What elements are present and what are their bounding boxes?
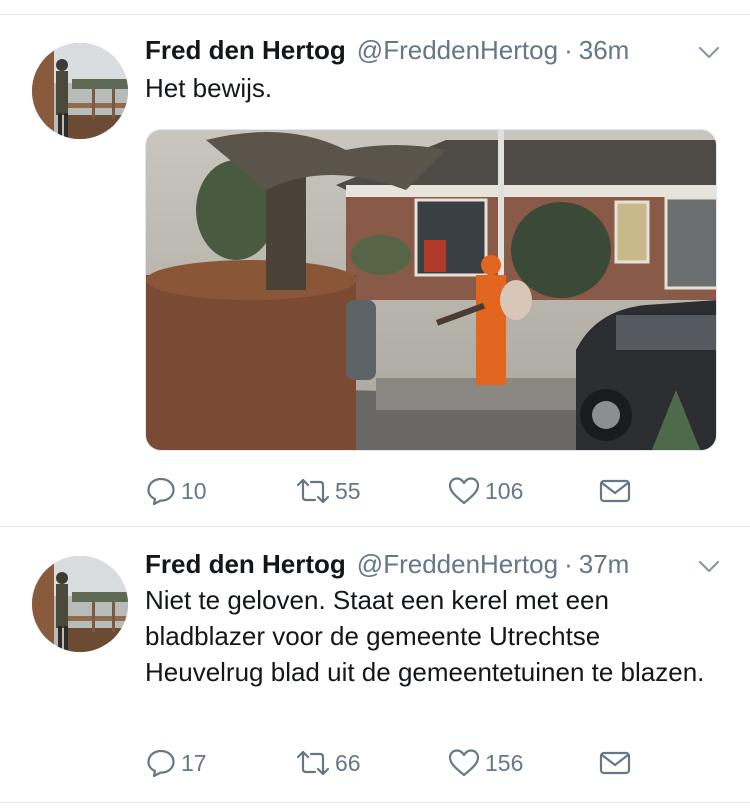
tweet-header: Fred den Hertog @FreddenHertog · 36m [145, 30, 629, 70]
like-button[interactable]: 156 [447, 745, 523, 781]
like-icon [448, 477, 480, 505]
author-name[interactable]: Fred den Hertog [145, 549, 346, 580]
reply-count: 17 [181, 749, 207, 776]
like-count: 106 [485, 477, 524, 504]
timestamp[interactable]: 37m [579, 549, 630, 580]
like-button[interactable]: 106 [447, 473, 523, 509]
reply-button[interactable]: 17 [145, 745, 207, 781]
direct-message-icon [599, 479, 631, 503]
like-count: 156 [485, 749, 524, 776]
retweet-button[interactable]: 55 [295, 473, 361, 509]
tweet-divider [0, 526, 750, 527]
tweet-actions: 17 66 156 [145, 745, 745, 781]
author-name[interactable]: Fred den Hertog [145, 35, 346, 66]
top-divider [0, 14, 750, 15]
reply-button[interactable]: 10 [145, 473, 207, 509]
retweet-icon [296, 750, 330, 776]
avatar[interactable] [32, 43, 128, 139]
separator-dot: · [564, 34, 573, 65]
avatar[interactable] [32, 556, 128, 652]
avatar-image [32, 556, 128, 652]
reply-icon [147, 477, 175, 506]
retweet-button[interactable]: 66 [295, 745, 361, 781]
retweet-count: 66 [335, 749, 361, 776]
like-icon [448, 749, 480, 777]
chevron-down-icon[interactable] [694, 37, 724, 67]
author-handle[interactable]: @FreddenHertog [357, 35, 558, 66]
bottom-divider [0, 802, 750, 803]
tweet[interactable]: Fred den Hertog @FreddenHertog · 36m Het… [0, 30, 750, 526]
direct-message-button[interactable] [598, 745, 632, 781]
timestamp[interactable]: 36m [579, 35, 630, 66]
tweet-text: Het bewijs. [145, 73, 273, 103]
tweet-header: Fred den Hertog @FreddenHertog · 37m [145, 544, 629, 584]
retweet-icon [296, 478, 330, 504]
separator-dot: · [564, 548, 573, 579]
author-handle[interactable]: @FreddenHertog [357, 549, 558, 580]
retweet-count: 55 [335, 477, 361, 504]
reply-icon [147, 749, 175, 778]
reply-count: 10 [181, 477, 207, 504]
tweet-actions: 10 55 106 [145, 473, 745, 509]
tweet[interactable]: Fred den Hertog @FreddenHertog · 37m Nie… [0, 544, 750, 794]
media-photo [146, 130, 716, 450]
direct-message-icon [599, 751, 631, 775]
chevron-down-icon[interactable] [694, 551, 724, 581]
tweet-media[interactable] [145, 129, 717, 451]
avatar-image [32, 43, 128, 139]
direct-message-button[interactable] [598, 473, 632, 509]
tweet-text: Niet te geloven. Staat een kerel met een… [145, 585, 705, 687]
